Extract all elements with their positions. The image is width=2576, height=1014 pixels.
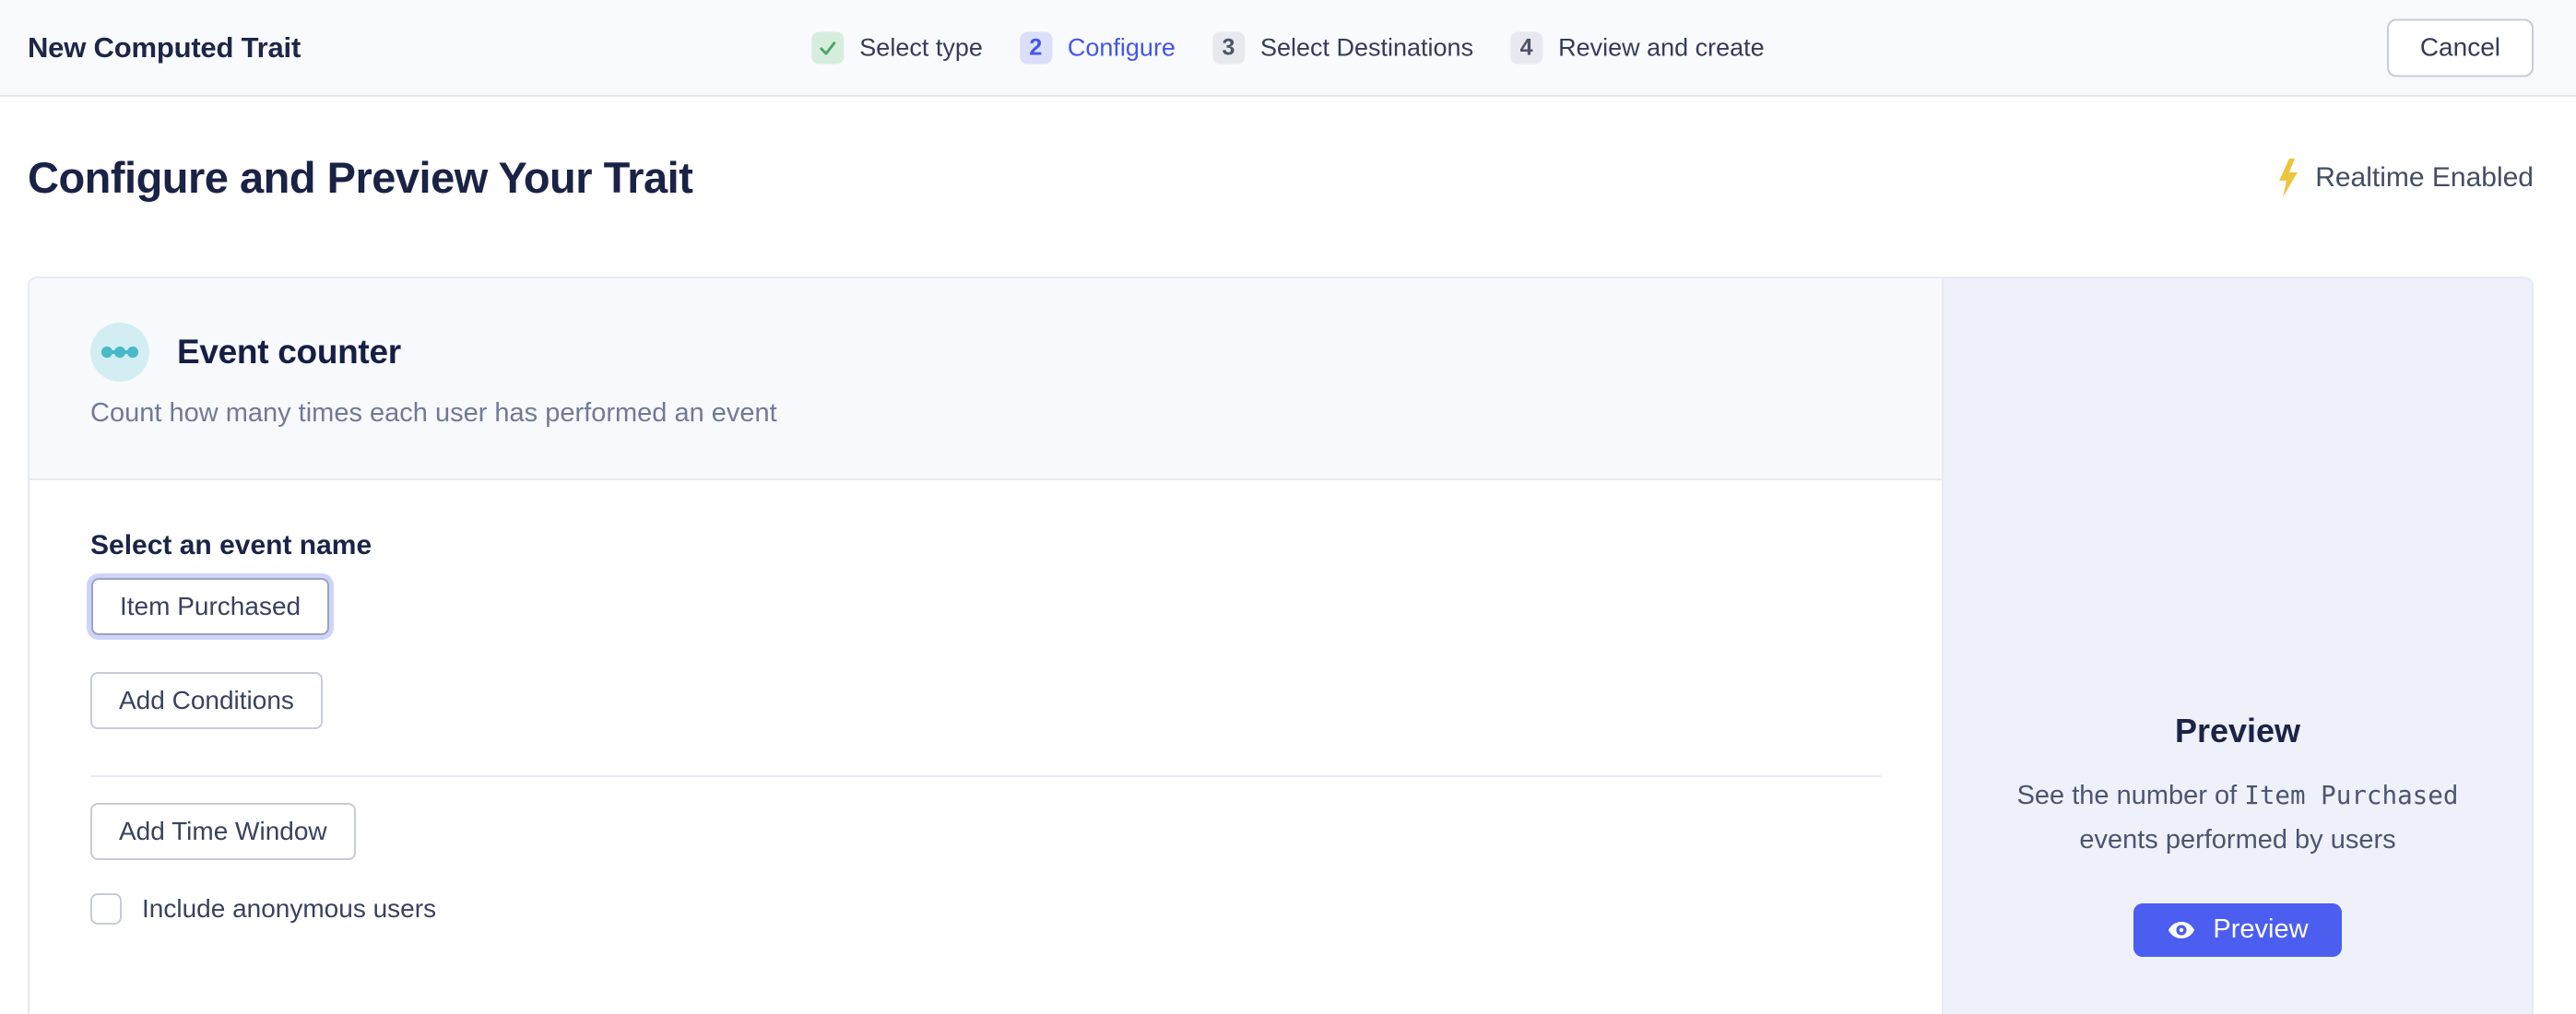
- window-title: New Computed Trait: [28, 31, 301, 65]
- preview-description-suffix: events performed by users: [2079, 825, 2395, 855]
- step-select-destinations[interactable]: 3 Select Destinations: [1212, 31, 1473, 64]
- step-label: Select Destinations: [1260, 33, 1473, 62]
- lightning-bolt-icon: [2276, 159, 2300, 197]
- preview-title: Preview: [1995, 712, 2480, 750]
- eye-icon: [2167, 915, 2196, 945]
- step-number-badge: 4: [1510, 31, 1542, 64]
- trait-type-header: Event counter Count how many times each …: [30, 278, 1942, 480]
- preview-panel: Preview See the number of Item Purchased…: [1942, 278, 2532, 1014]
- event-name-label: Select an event name: [90, 530, 1881, 561]
- step-number-badge: 3: [1212, 31, 1245, 64]
- event-name-select[interactable]: Item Purchased: [91, 578, 329, 635]
- step-configure[interactable]: 2 Configure: [1020, 31, 1176, 64]
- three-dots-counter-icon: [101, 345, 138, 360]
- trait-type-title: Event counter: [177, 333, 401, 371]
- step-label: Select type: [859, 33, 983, 62]
- event-counter-icon: [90, 323, 149, 382]
- trait-config-card: Event counter Count how many times each …: [28, 277, 2534, 1014]
- add-conditions-button[interactable]: Add Conditions: [90, 672, 323, 729]
- realtime-status: Realtime Enabled: [2276, 159, 2534, 197]
- cancel-button[interactable]: Cancel: [2387, 18, 2534, 77]
- preview-event-name: Item Purchased: [2244, 781, 2458, 810]
- realtime-label: Realtime Enabled: [2315, 162, 2534, 194]
- preview-description-prefix: See the number of: [2017, 781, 2245, 810]
- wizard-stepper: Select type 2 Configure 3 Select Destina…: [811, 31, 1764, 64]
- step-select-type[interactable]: Select type: [811, 31, 983, 64]
- step-complete-badge: [811, 31, 844, 64]
- trait-config-body: Select an event name Item Purchased Add …: [30, 480, 1942, 1014]
- top-bar: New Computed Trait Select type 2 Configu…: [0, 0, 2576, 97]
- step-number-badge: 2: [1020, 31, 1052, 64]
- step-label: Configure: [1068, 33, 1176, 62]
- page-title: Configure and Preview Your Trait: [28, 152, 692, 203]
- preview-button-label: Preview: [2213, 914, 2308, 945]
- add-time-window-button[interactable]: Add Time Window: [90, 803, 356, 860]
- trait-type-description: Count how many times each user has perfo…: [90, 398, 1881, 429]
- include-anonymous-label: Include anonymous users: [142, 894, 436, 924]
- main-content: Configure and Preview Your Trait Realtim…: [0, 152, 2576, 1014]
- preview-button[interactable]: Preview: [2133, 903, 2341, 957]
- step-review-and-create[interactable]: 4 Review and create: [1510, 31, 1765, 64]
- include-anonymous-checkbox[interactable]: [90, 893, 122, 925]
- step-label: Review and create: [1558, 33, 1765, 62]
- check-icon: [818, 38, 837, 57]
- preview-description: See the number of Item Purchased events …: [1995, 774, 2480, 863]
